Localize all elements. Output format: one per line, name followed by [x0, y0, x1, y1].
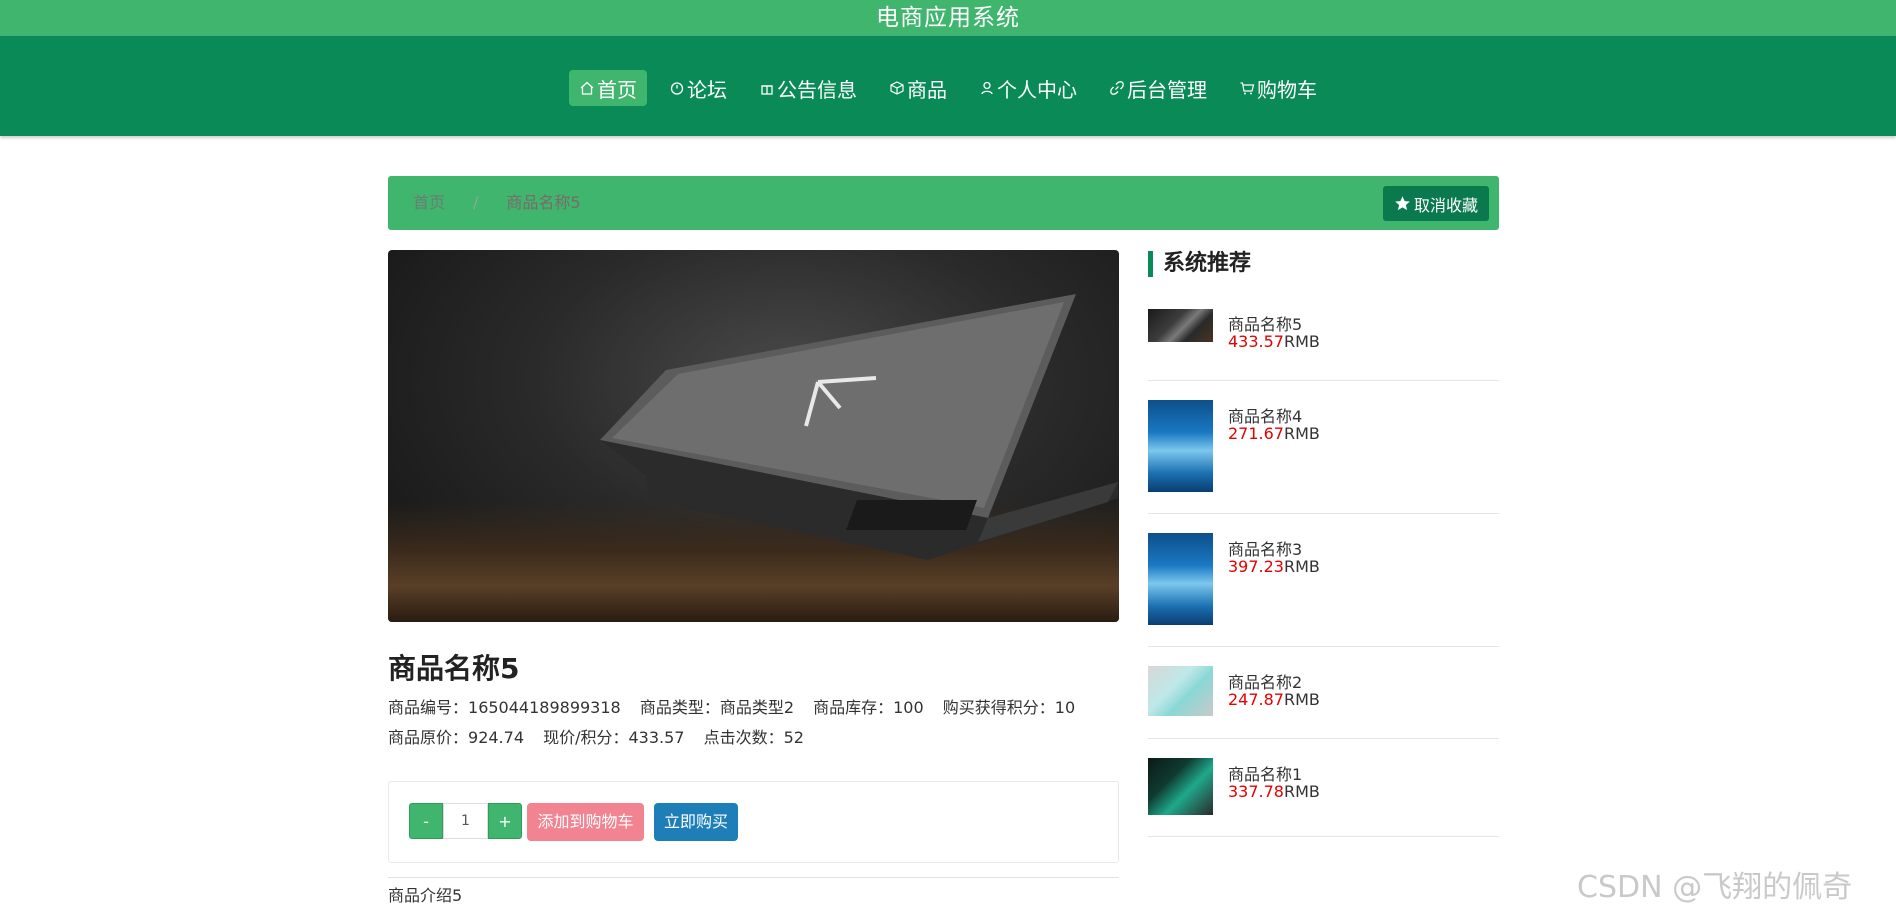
green-thumb	[1148, 758, 1213, 815]
product-stock: 商品库存：100	[813, 698, 924, 717]
main-nav: 首页 论坛 公告信息 商品 个人中心 后台管理 购物车	[0, 36, 1896, 136]
cart-icon	[1239, 80, 1255, 96]
quantity-input[interactable]: 1	[443, 803, 488, 839]
product-image	[388, 250, 1119, 622]
app-title: 电商应用系统	[876, 5, 1020, 31]
nav-label: 后台管理	[1127, 77, 1207, 102]
nav-item-cart[interactable]: 购物车	[1229, 70, 1327, 106]
nav-label: 论坛	[687, 77, 727, 102]
app-title-bar: 电商应用系统	[0, 0, 1896, 36]
recommend-item[interactable]: 商品名称4 271.67RMB	[1148, 381, 1499, 514]
clock-icon	[669, 80, 685, 96]
poster-thumb	[1148, 533, 1213, 625]
recommend-item[interactable]: 商品名称5 433.57RMB	[1148, 306, 1499, 381]
buy-now-button[interactable]: 立即购买	[654, 803, 738, 841]
unfavorite-button[interactable]: 取消收藏	[1382, 186, 1489, 221]
add-to-cart-button[interactable]: 添加到购物车	[527, 803, 644, 841]
nav-label: 公告信息	[777, 77, 857, 102]
product-code: 商品编号：165044189899318	[388, 698, 621, 717]
divider	[388, 877, 1119, 878]
purchase-panel: - 1 + 添加到购物车 立即购买	[388, 781, 1119, 863]
home-icon	[579, 80, 595, 96]
product-type: 商品类型：商品类型2	[639, 698, 795, 717]
box-icon	[889, 80, 905, 96]
recommend-item-price: 271.67RMB	[1228, 424, 1320, 443]
nav-item-profile[interactable]: 个人中心	[969, 70, 1087, 106]
product-original-price: 商品原价：924.74	[388, 728, 524, 747]
quantity-increase-button[interactable]: +	[488, 803, 522, 839]
link-icon	[1109, 80, 1125, 96]
breadcrumb-separator: /	[473, 193, 479, 212]
product-points: 购买获得积分：10	[942, 698, 1076, 717]
product-meta-line-2: 商品原价：924.74 现价/积分：433.57 点击次数：52	[388, 724, 818, 748]
breadcrumb: 首页 / 商品名称5	[413, 176, 581, 230]
product-meta-line-1: 商品编号：165044189899318 商品类型：商品类型2 商品库存：100…	[388, 694, 1089, 718]
nav-label: 购物车	[1257, 77, 1317, 102]
recommend-item-price: 247.87RMB	[1228, 690, 1320, 709]
breadcrumb-current: 商品名称5	[506, 193, 581, 212]
nav-label: 首页	[597, 77, 637, 102]
gift-icon	[759, 80, 775, 96]
nav-item-home[interactable]: 首页	[569, 70, 647, 106]
product-description: 商品介绍5	[388, 886, 463, 905]
product-clicks: 点击次数：52	[703, 728, 804, 747]
user-icon	[979, 80, 995, 96]
unfavorite-label: 取消收藏	[1413, 195, 1478, 215]
nav-item-goods[interactable]: 商品	[879, 70, 957, 106]
watermark: CSDN @飞翔的佩奇	[1577, 870, 1853, 905]
recommend-item-price: 337.78RMB	[1228, 782, 1320, 801]
laptop-thumb	[1148, 309, 1213, 342]
nav-item-admin[interactable]: 后台管理	[1099, 70, 1217, 106]
product-current-price: 现价/积分：433.57	[543, 728, 685, 747]
star-icon	[1395, 196, 1410, 211]
nav-label: 商品	[907, 77, 947, 102]
nav-item-forum[interactable]: 论坛	[659, 70, 737, 106]
recommend-item[interactable]: 商品名称1 337.78RMB	[1148, 739, 1499, 837]
nav-item-notice[interactable]: 公告信息	[749, 70, 867, 106]
recommend-item[interactable]: 商品名称3 397.23RMB	[1148, 514, 1499, 647]
box-thumb	[1148, 666, 1213, 716]
quantity-decrease-button[interactable]: -	[409, 803, 443, 839]
nav-label: 个人中心	[997, 77, 1077, 102]
recommend-item-price: 433.57RMB	[1228, 332, 1320, 351]
breadcrumb-home-link[interactable]: 首页	[413, 176, 445, 230]
recommend-title: 系统推荐	[1148, 251, 1251, 277]
breadcrumb-bar: 首页 / 商品名称5 取消收藏	[388, 176, 1499, 230]
recommend-item[interactable]: 商品名称2 247.87RMB	[1148, 647, 1499, 739]
poster-thumb	[1148, 400, 1213, 492]
product-title: 商品名称5	[388, 652, 520, 685]
recommend-item-price: 397.23RMB	[1228, 557, 1320, 576]
